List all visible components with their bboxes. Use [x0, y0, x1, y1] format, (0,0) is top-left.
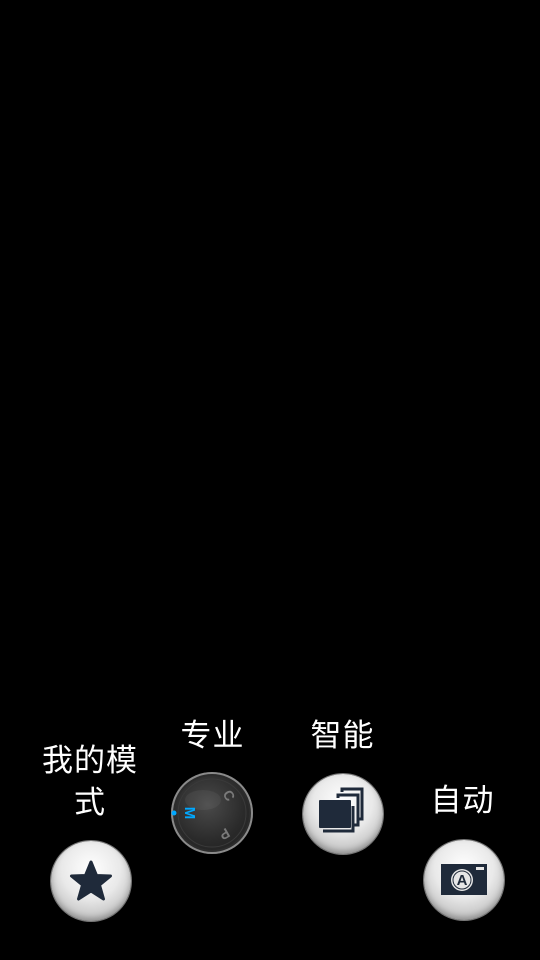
- dial-mark-c: C: [220, 787, 239, 804]
- dial-indicator: [171, 810, 177, 816]
- star-icon: [70, 860, 112, 901]
- smart-button[interactable]: [303, 774, 383, 854]
- auto-button[interactable]: A: [424, 840, 504, 920]
- auto-camera-icon: A: [441, 864, 487, 895]
- auto-badge-letter: A: [457, 872, 468, 889]
- my-mode-button[interactable]: [51, 841, 131, 921]
- mode-pro[interactable]: 专业 M C P: [160, 715, 265, 860]
- pro-mode-dial[interactable]: M C P: [171, 772, 253, 854]
- dial-mark-p: P: [217, 825, 233, 844]
- pro-label: 专业: [180, 718, 245, 754]
- mode-my-mode[interactable]: 我的模式: [30, 740, 150, 925]
- auto-label: 自动: [430, 783, 495, 819]
- camera-viewfinder: [0, 0, 540, 700]
- mode-smart[interactable]: 智能: [290, 715, 395, 860]
- layered-frames-icon: [319, 787, 364, 833]
- mode-auto[interactable]: 自动 A: [410, 780, 515, 925]
- dial-mark-m: M: [181, 807, 198, 820]
- my-mode-label: 我的模式: [42, 743, 138, 821]
- mode-dial-icon: M C P: [171, 778, 247, 848]
- smart-label: 智能: [310, 718, 375, 754]
